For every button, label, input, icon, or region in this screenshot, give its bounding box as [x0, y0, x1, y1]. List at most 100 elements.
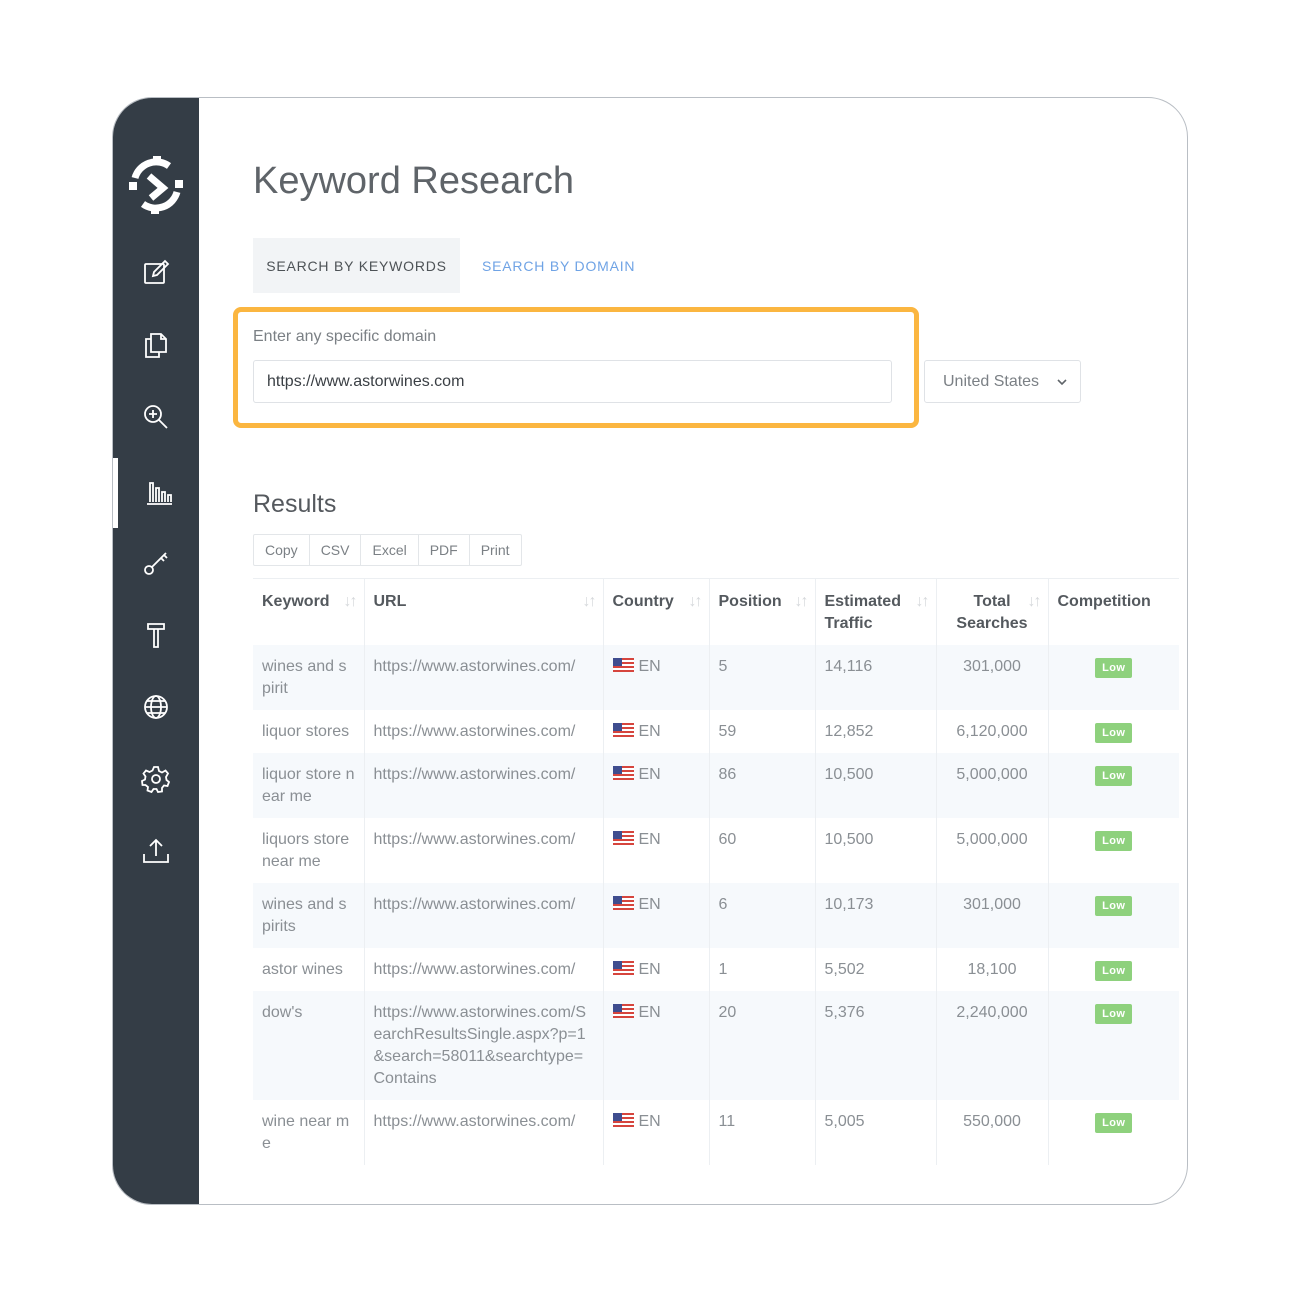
cell-url[interactable]: https://www.astorwines.com/ — [364, 753, 604, 818]
cell-searches: 301,000 — [936, 883, 1049, 948]
us-flag-icon — [612, 658, 634, 672]
competition-badge: Low — [1095, 896, 1133, 916]
cell-url[interactable]: https://www.astorwines.com/ — [364, 710, 604, 753]
country-code: EN — [638, 1113, 661, 1130]
cell-keyword: wines and spirits — [253, 883, 365, 948]
sort-icon[interactable]: ↓↑ — [1028, 591, 1042, 613]
sidebar-item-keyword-research[interactable] — [113, 458, 199, 528]
us-flag-icon — [612, 1113, 634, 1127]
table-row[interactable]: wines and spirit https://www.astorwines.c… — [253, 645, 1179, 710]
table-row[interactable]: liquor store near me https://www.astorwin… — [253, 753, 1179, 818]
sidebar-item-global[interactable] — [113, 672, 199, 742]
us-flag-icon — [612, 723, 634, 737]
gear-icon — [141, 766, 171, 794]
cell-position: 20 — [709, 991, 816, 1100]
main-content: Keyword Research SEARCH BY KEYWORDS SEAR… — [199, 98, 1187, 1204]
sort-icon[interactable]: ↓↑ — [916, 591, 930, 613]
sidebar-item-export[interactable] — [113, 816, 199, 886]
cell-competition: Low — [1048, 645, 1179, 710]
hammer-icon — [147, 623, 165, 648]
cell-position: 11 — [709, 1100, 816, 1165]
print-button[interactable]: Print — [470, 535, 521, 565]
cell-url[interactable]: https://www.astorwines.com/ — [364, 1100, 604, 1165]
country-code: EN — [638, 723, 661, 740]
cell-position: 86 — [709, 753, 816, 818]
table-row[interactable]: wines and spirits https://www.astorwines.… — [253, 883, 1179, 948]
cell-position: 5 — [709, 645, 816, 710]
copy-button[interactable]: Copy — [254, 535, 310, 565]
cell-url[interactable]: https://www.astorwines.com/ — [364, 948, 604, 991]
page-title: Keyword Research — [253, 160, 575, 202]
cell-country: EN — [603, 645, 710, 710]
cell-country: EN — [603, 753, 710, 818]
cell-searches: 2,240,000 — [936, 991, 1049, 1100]
country-code: EN — [638, 831, 661, 848]
cell-url[interactable]: https://www.astorwines.com/ — [364, 818, 604, 883]
cell-position: 60 — [709, 818, 816, 883]
us-flag-icon — [612, 831, 634, 845]
tab-search-by-keywords[interactable]: SEARCH BY KEYWORDS — [253, 238, 460, 293]
cell-url[interactable]: https://www.astorwines.com/SearchResults… — [364, 991, 604, 1100]
chevron-down-icon — [1057, 378, 1067, 385]
column-header-position[interactable]: Position ↓↑ — [709, 578, 816, 645]
sidebar-item-settings[interactable] — [113, 744, 199, 814]
cell-keyword: liquor store near me — [253, 753, 365, 818]
cell-traffic: 14,116 — [815, 645, 937, 710]
csv-button[interactable]: CSV — [310, 535, 362, 565]
us-flag-icon — [612, 1004, 634, 1018]
country-code: EN — [638, 1004, 661, 1021]
logo-icon[interactable] — [125, 152, 187, 218]
bar-chart-icon — [146, 482, 172, 505]
pdf-button[interactable]: PDF — [419, 535, 470, 565]
us-flag-icon — [612, 896, 634, 910]
sort-icon[interactable]: ↓↑ — [344, 591, 358, 613]
cell-traffic: 5,005 — [815, 1100, 937, 1165]
cell-competition: Low — [1048, 753, 1179, 818]
domain-input[interactable] — [253, 360, 892, 403]
cell-keyword: liquor stores — [253, 710, 365, 753]
sidebar-item-edit[interactable] — [113, 238, 199, 308]
table-row[interactable]: liquors store near me https://www.astorwi… — [253, 818, 1179, 883]
table-row[interactable]: dow's https://www.astorwines.com/SearchRe… — [253, 991, 1179, 1100]
tab-search-by-domain[interactable]: SEARCH BY DOMAIN — [482, 238, 635, 293]
sort-icon[interactable]: ↓↑ — [583, 591, 597, 613]
sidebar-item-documents[interactable] — [113, 310, 199, 380]
competition-badge: Low — [1095, 723, 1133, 743]
competition-badge: Low — [1095, 961, 1133, 981]
column-header-keyword[interactable]: Keyword ↓↑ — [253, 578, 365, 645]
table-row[interactable]: astor wines https://www.astorwines.com/EN… — [253, 948, 1179, 991]
cell-searches: 18,100 — [936, 948, 1049, 991]
sidebar-item-tools[interactable] — [113, 600, 199, 670]
cell-url[interactable]: https://www.astorwines.com/ — [364, 883, 604, 948]
cell-url[interactable]: https://www.astorwines.com/ — [364, 645, 604, 710]
competition-badge: Low — [1095, 1113, 1133, 1133]
cell-searches: 6,120,000 — [936, 710, 1049, 753]
column-header-url[interactable]: URL ↓↑ — [364, 578, 604, 645]
country-select[interactable]: United States — [924, 360, 1081, 403]
excel-button[interactable]: Excel — [361, 535, 419, 565]
cell-traffic: 5,376 — [815, 991, 937, 1100]
cell-position: 59 — [709, 710, 816, 753]
sort-icon[interactable]: ↓↑ — [689, 591, 703, 613]
column-header-competition[interactable]: Competition — [1048, 578, 1179, 645]
cell-competition: Low — [1048, 1100, 1179, 1165]
sort-icon[interactable]: ↓↑ — [795, 591, 809, 613]
results-table-body: wines and spirit https://www.astorwines.c… — [253, 645, 1179, 1165]
cell-country: EN — [603, 818, 710, 883]
sidebar-item-search[interactable] — [113, 382, 199, 452]
us-flag-icon — [612, 961, 634, 975]
cell-searches: 5,000,000 — [936, 753, 1049, 818]
table-row[interactable]: wine near me https://www.astorwines.com/E… — [253, 1100, 1179, 1165]
table-row[interactable]: liquor stores https://www.astorwines.com/… — [253, 710, 1179, 753]
column-header-traffic[interactable]: Estimated Traffic ↓↑ — [815, 578, 937, 645]
cell-traffic: 10,173 — [815, 883, 937, 948]
cell-keyword: dow's — [253, 991, 365, 1100]
results-table-wrap: Keyword ↓↑ URL ↓↑ Country ↓↑ Position ↓↑ Est… — [253, 578, 1179, 1165]
cell-country: EN — [603, 883, 710, 948]
sidebar-item-keys[interactable] — [113, 528, 199, 598]
column-header-country[interactable]: Country ↓↑ — [603, 578, 710, 645]
cell-searches: 550,000 — [936, 1100, 1049, 1165]
column-header-searches[interactable]: Total Searches ↓↑ — [936, 578, 1049, 645]
cell-country: EN — [603, 948, 710, 991]
competition-badge: Low — [1095, 831, 1133, 851]
